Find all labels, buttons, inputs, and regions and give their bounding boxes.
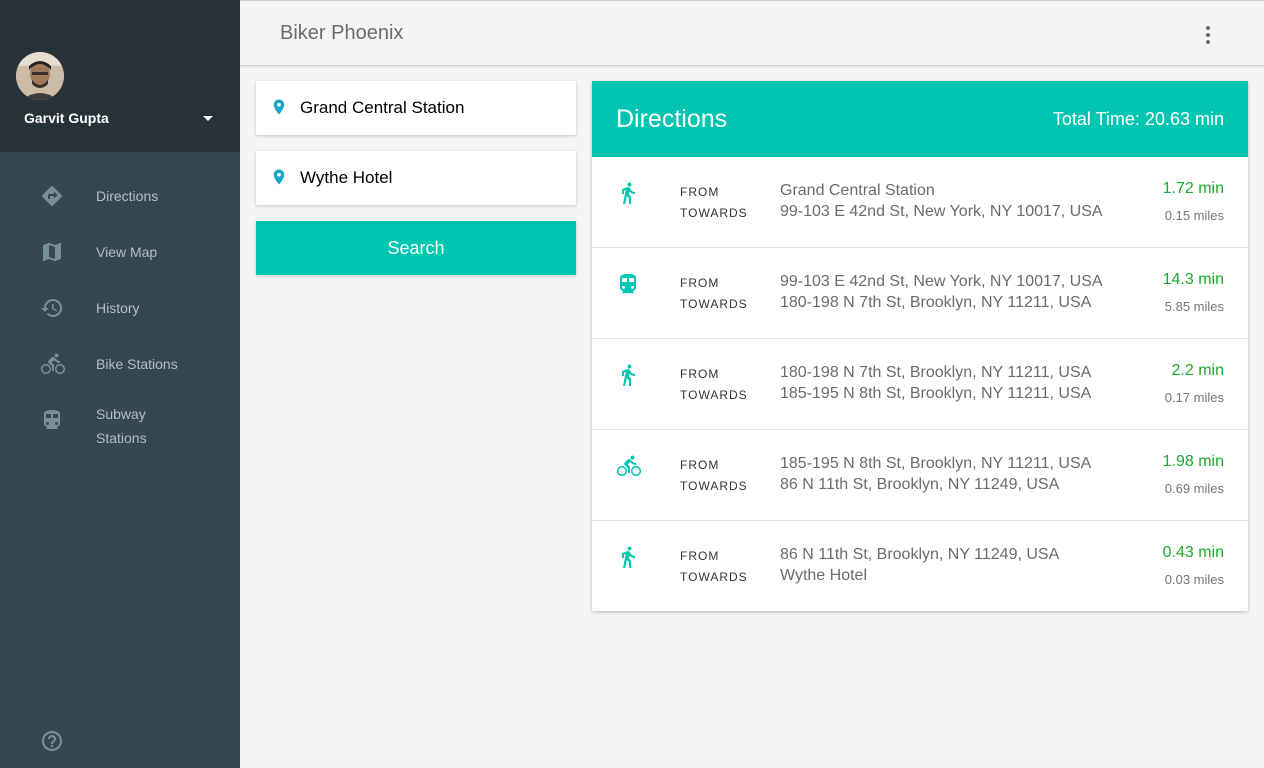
- step-time: 1.72 min: [1162, 180, 1224, 197]
- origin-field: [256, 81, 576, 135]
- direction-step[interactable]: FROM TOWARDS 180-198 N 7th St, Brooklyn,…: [592, 339, 1248, 430]
- help-icon[interactable]: [40, 729, 64, 753]
- sidebar-nav: Directions View Map History Bike Station…: [0, 168, 240, 472]
- from-label: FROM: [680, 276, 720, 290]
- step-time: 14.3 min: [1162, 271, 1224, 288]
- step-to-address: 180-198 N 7th St, Brooklyn, NY 11211, US…: [780, 294, 1092, 311]
- towards-label: TOWARDS: [680, 206, 748, 220]
- app-title: Biker Phoenix: [280, 22, 404, 44]
- step-to-address: 86 N 11th St, Brooklyn, NY 11249, USA: [780, 476, 1060, 493]
- step-distance: 5.85 miles: [1164, 299, 1224, 314]
- from-label: FROM: [680, 367, 720, 381]
- step-from-address: 86 N 11th St, Brooklyn, NY 11249, USA: [780, 546, 1060, 563]
- location-pin-icon: [270, 166, 288, 188]
- step-time: 1.98 min: [1162, 453, 1224, 470]
- total-time: Total Time: 20.63 min: [1052, 109, 1224, 129]
- subway-icon: [40, 408, 64, 432]
- walk-icon: [616, 363, 640, 387]
- bike-icon: [616, 454, 641, 478]
- step-distance: 0.69 miles: [1164, 481, 1224, 496]
- towards-label: TOWARDS: [680, 388, 748, 402]
- towards-label: TOWARDS: [680, 479, 748, 493]
- step-time: 0.43 min: [1162, 544, 1224, 561]
- direction-step[interactable]: FROM TOWARDS Grand Central Station 99-10…: [592, 157, 1248, 248]
- sidebar: Garvit Gupta Directions View Map History: [0, 0, 240, 768]
- destination-field: [256, 151, 576, 205]
- from-label: FROM: [680, 458, 720, 472]
- history-icon: [40, 296, 64, 320]
- directions-panel: Directions Total Time: 20.63 min FROM TO…: [592, 81, 1248, 611]
- map-icon: [40, 240, 64, 264]
- step-to-address: 99-103 E 42nd St, New York, NY 10017, US…: [780, 203, 1103, 220]
- sidebar-item-label: View Map: [96, 244, 158, 260]
- destination-input[interactable]: [300, 165, 560, 191]
- direction-step[interactable]: FROM TOWARDS 185-195 N 8th St, Brooklyn,…: [592, 430, 1248, 521]
- directions-icon: [40, 184, 64, 208]
- sidebar-item-label: Subway Stations: [96, 406, 147, 446]
- sidebar-item-label: History: [96, 300, 140, 316]
- avatar[interactable]: [16, 52, 64, 100]
- step-time: 2.2 min: [1171, 362, 1224, 379]
- step-from-address: 99-103 E 42nd St, New York, NY 10017, US…: [780, 273, 1103, 290]
- more-vert-icon[interactable]: [1196, 23, 1220, 47]
- app-bar: Biker Phoenix: [240, 0, 1264, 66]
- from-label: FROM: [680, 549, 720, 563]
- origin-input[interactable]: [300, 95, 560, 121]
- step-from-address: Grand Central Station: [780, 182, 935, 199]
- step-to-address: 185-195 N 8th St, Brooklyn, NY 11211, US…: [780, 385, 1092, 402]
- directions-title: Directions: [616, 105, 728, 133]
- directions-header: Directions Total Time: 20.63 min: [592, 81, 1248, 157]
- direction-step[interactable]: FROM TOWARDS 86 N 11th St, Brooklyn, NY …: [592, 521, 1248, 612]
- step-distance: 0.03 miles: [1164, 572, 1224, 587]
- step-distance: 0.17 miles: [1164, 390, 1224, 405]
- location-pin-icon: [270, 96, 288, 118]
- walk-icon: [616, 545, 640, 569]
- step-to-address: Wythe Hotel: [780, 567, 867, 584]
- profile-header: Garvit Gupta: [0, 0, 240, 152]
- sidebar-item-label: Bike Stations: [96, 356, 178, 372]
- step-from-address: 185-195 N 8th St, Brooklyn, NY 11211, US…: [780, 455, 1092, 472]
- account-dropdown-icon[interactable]: [203, 116, 213, 121]
- sidebar-item-subway-stations[interactable]: Subway Stations: [0, 392, 240, 472]
- direction-step[interactable]: FROM TOWARDS 99-103 E 42nd St, New York,…: [592, 248, 1248, 339]
- sidebar-item-bike-stations[interactable]: Bike Stations: [0, 336, 240, 392]
- towards-label: TOWARDS: [680, 570, 748, 584]
- sidebar-item-label: Directions: [96, 188, 159, 204]
- bike-icon: [40, 352, 65, 376]
- sidebar-item-view-map[interactable]: View Map: [0, 224, 240, 280]
- step-distance: 0.15 miles: [1164, 208, 1224, 223]
- step-from-address: 180-198 N 7th St, Brooklyn, NY 11211, US…: [780, 364, 1092, 381]
- user-name: Garvit Gupta: [24, 110, 109, 126]
- from-label: FROM: [680, 185, 720, 199]
- towards-label: TOWARDS: [680, 297, 748, 311]
- sidebar-item-history[interactable]: History: [0, 280, 240, 336]
- search-button[interactable]: Search: [256, 221, 576, 275]
- walk-icon: [616, 181, 640, 205]
- subway-icon: [616, 272, 640, 296]
- sidebar-item-directions[interactable]: Directions: [0, 168, 240, 224]
